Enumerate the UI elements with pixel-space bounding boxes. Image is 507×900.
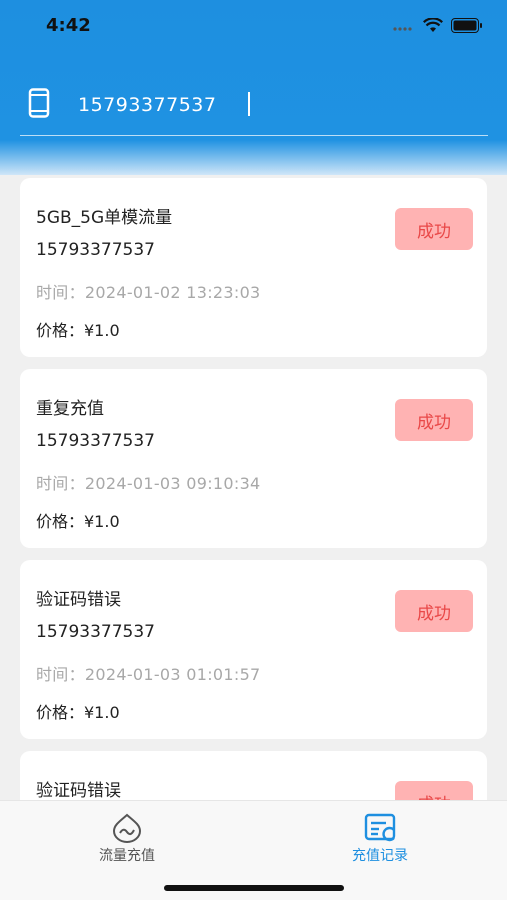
record-list[interactable]: 5GB_5G单模流量 15793377537 时间：2024-01-02 13:… [0, 178, 507, 800]
record-title: 重复充值 [36, 399, 104, 419]
mobile-phone-icon [28, 88, 50, 118]
record-card[interactable]: 验证码错误 15793377537 时间：2024-01-03 01:01:57… [20, 560, 487, 739]
status-badge: 成功 [395, 208, 473, 250]
data-topup-icon [112, 813, 142, 843]
wifi-icon [423, 18, 443, 32]
status-badge: 成功 [395, 590, 473, 632]
phone-input[interactable] [78, 90, 458, 120]
tab-label: 充值记录 [352, 848, 408, 864]
record-price: 价格：¥1.0 [36, 703, 120, 722]
status-time: 4:42 [46, 15, 91, 36]
tab-recharge-record[interactable]: 充值记录 [320, 807, 440, 867]
header: 4:42 [0, 0, 507, 175]
record-card[interactable]: 重复充值 15793377537 时间：2024-01-03 09:10:34 … [20, 369, 487, 548]
recharge-record-icon [364, 813, 396, 842]
record-time: 时间：2024-01-03 09:10:34 [36, 474, 261, 493]
record-phone: 15793377537 [36, 622, 155, 642]
signal-icon [393, 26, 412, 31]
home-indicator [164, 885, 344, 891]
record-title: 验证码错误 [36, 590, 121, 610]
status-icons [393, 18, 483, 33]
record-price: 价格：¥1.0 [36, 512, 120, 531]
record-title: 验证码错误 [36, 781, 121, 800]
text-caret [248, 92, 250, 116]
status-badge: 成功 [395, 781, 473, 800]
record-title: 5GB_5G单模流量 [36, 208, 173, 228]
record-phone: 15793377537 [36, 431, 155, 451]
record-card[interactable]: 5GB_5G单模流量 15793377537 时间：2024-01-02 13:… [20, 178, 487, 357]
status-badge: 成功 [395, 399, 473, 441]
tab-data-topup[interactable]: 流量充值 [67, 807, 187, 867]
record-time: 时间：2024-01-03 01:01:57 [36, 665, 261, 684]
record-phone: 15793377537 [36, 240, 155, 260]
status-bar: 4:42 [0, 0, 507, 52]
record-time: 时间：2024-01-02 13:23:03 [36, 283, 261, 302]
record-card[interactable]: 验证码错误 成功 [20, 751, 487, 800]
battery-icon [451, 18, 482, 33]
record-price: 价格：¥1.0 [36, 321, 120, 340]
tab-label: 流量充值 [99, 848, 155, 864]
phone-field[interactable] [20, 84, 488, 136]
